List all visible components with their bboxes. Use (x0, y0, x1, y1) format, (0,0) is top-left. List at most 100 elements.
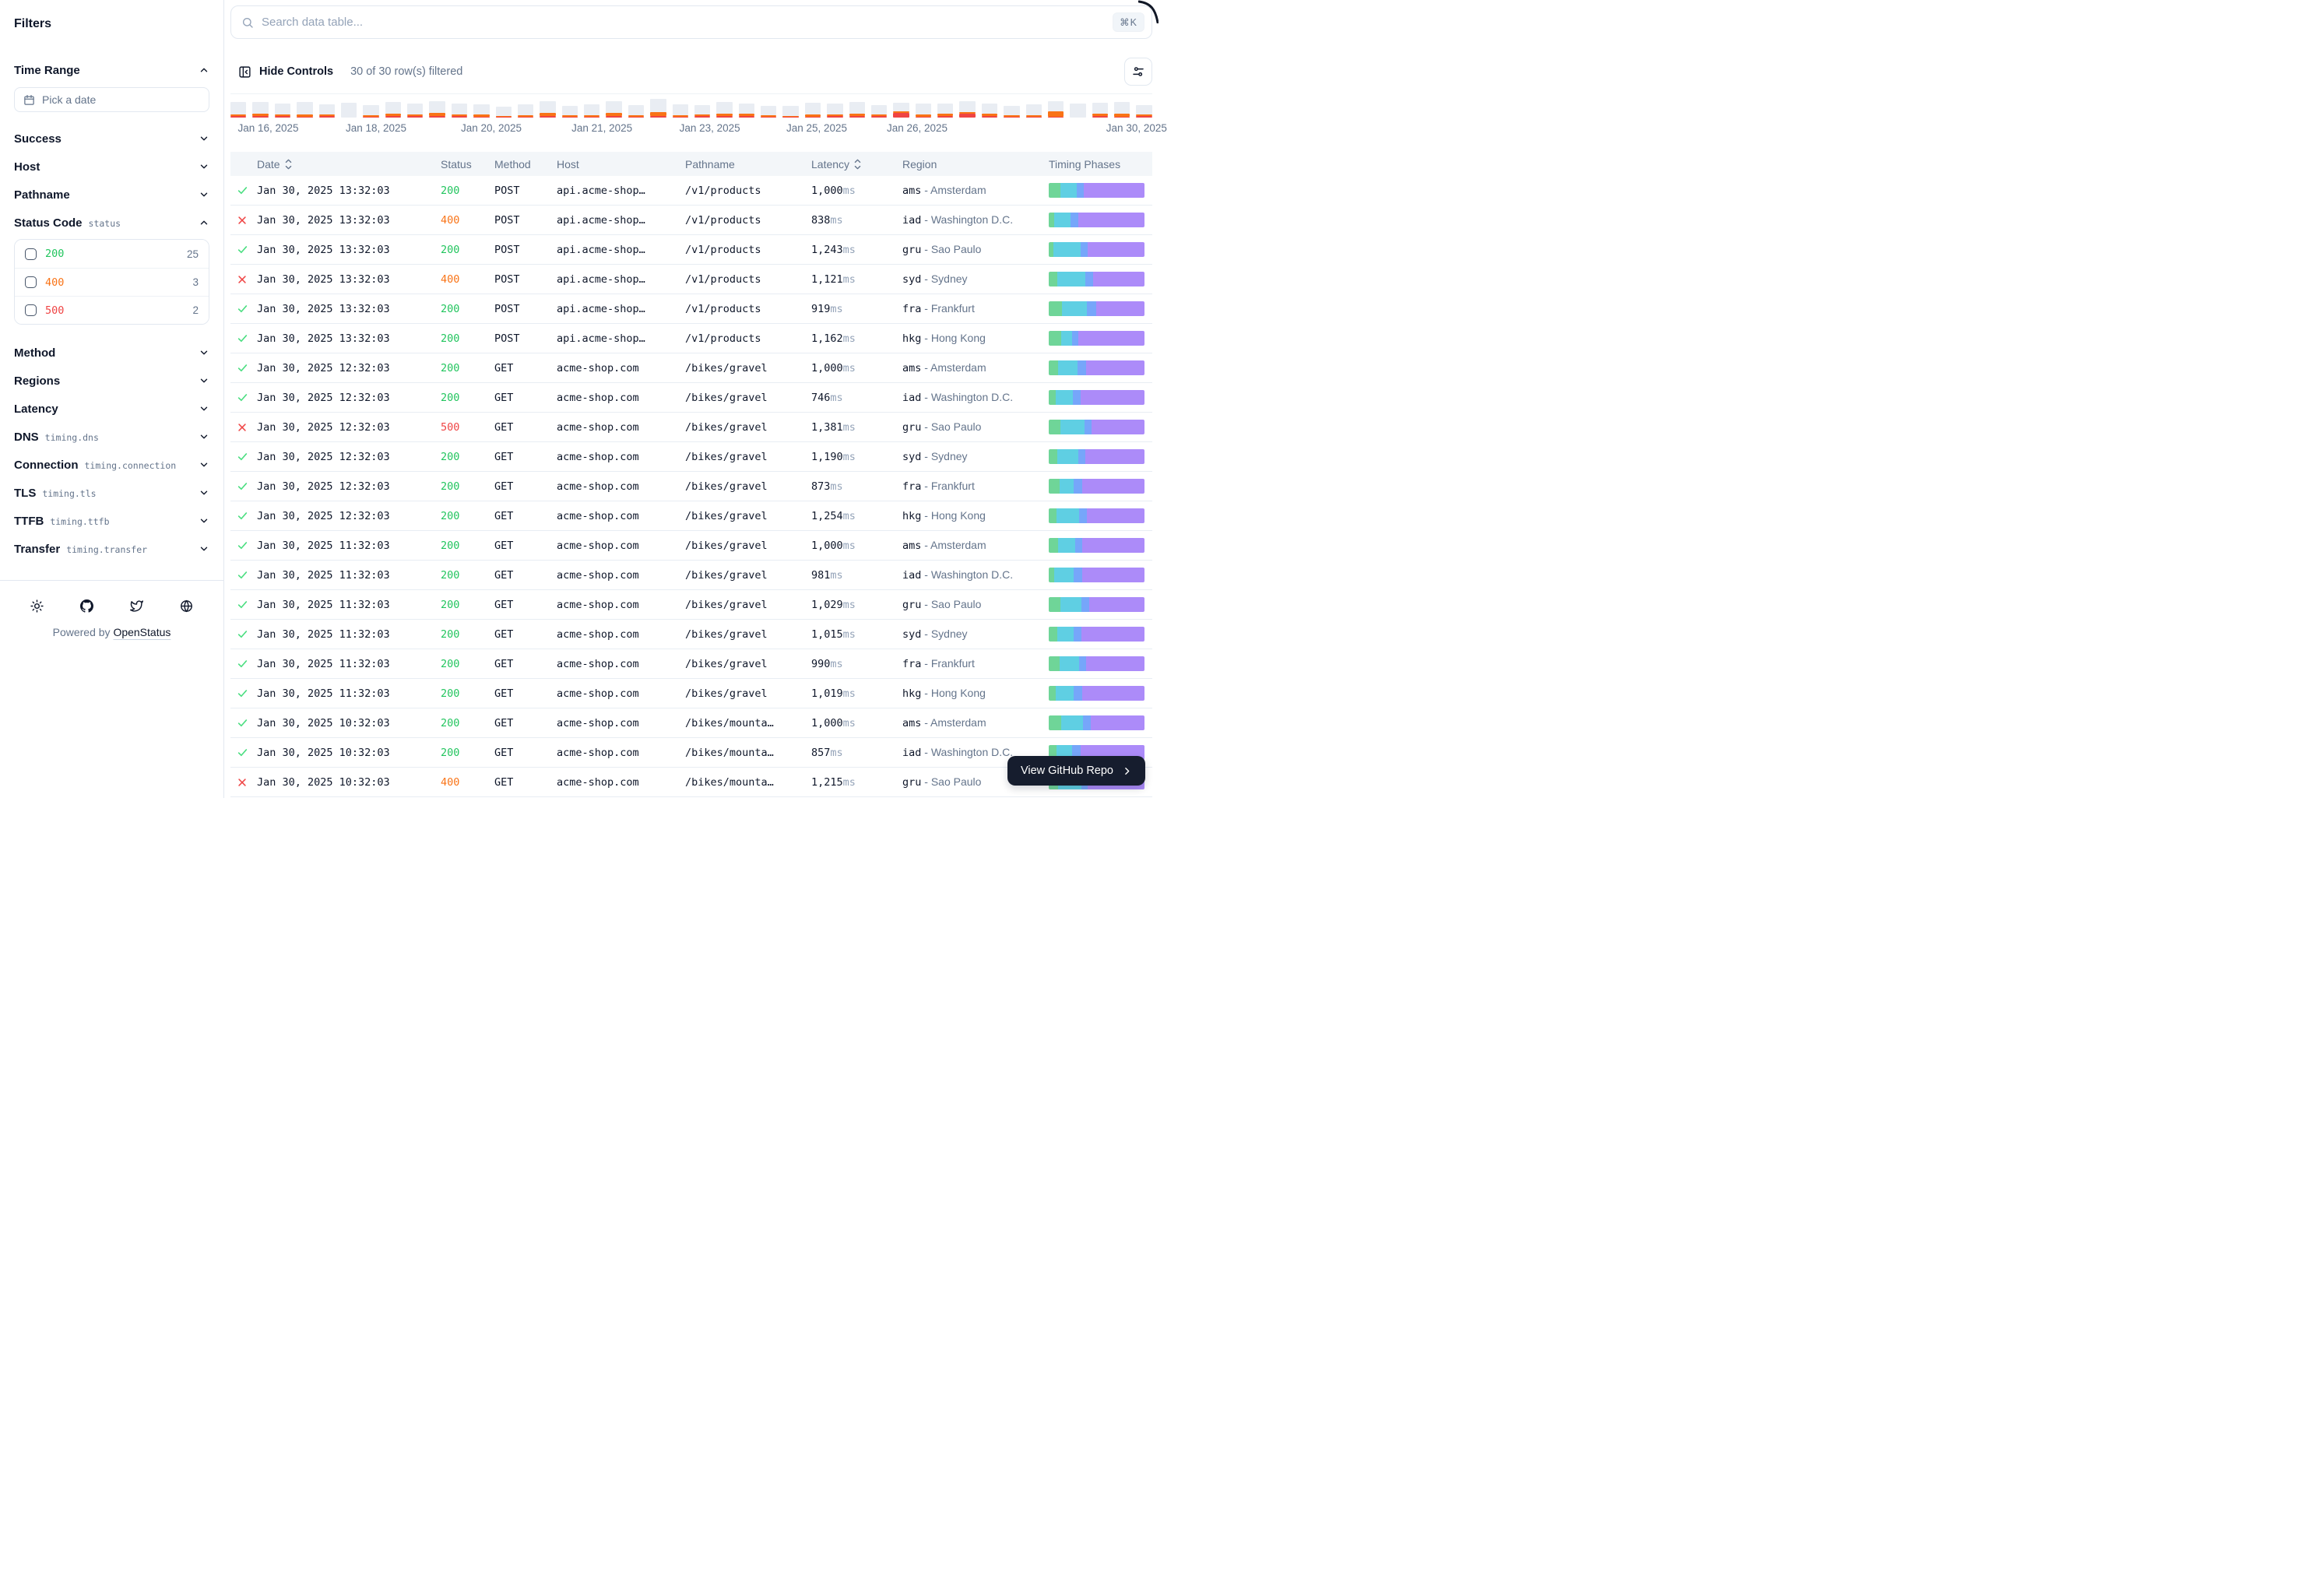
status-code-option-400[interactable]: 4003 (15, 268, 209, 296)
filter-section-regions[interactable]: Regions (14, 373, 209, 388)
timeline-bar[interactable] (916, 104, 931, 118)
timeline-bar[interactable] (341, 103, 357, 118)
timeline-bar[interactable] (739, 104, 754, 118)
timeline-bar[interactable] (1004, 106, 1019, 118)
timeline-bar[interactable] (606, 101, 621, 118)
table-row[interactable]: Jan 30, 2025 12:32:03200GETacme-shop.com… (230, 472, 1152, 501)
timeline-bar[interactable] (1026, 104, 1042, 118)
status-code-option-200[interactable]: 20025 (15, 240, 209, 268)
filter-section-success[interactable]: Success (14, 131, 209, 146)
timeline-bar[interactable] (827, 104, 842, 118)
filter-section-pathname[interactable]: Pathname (14, 187, 209, 202)
filter-section-time-range[interactable]: Time Range (14, 62, 209, 78)
timeline-bar[interactable] (628, 105, 644, 118)
timing-phase-segment (1081, 390, 1144, 405)
table-row[interactable]: Jan 30, 2025 13:32:03400POSTapi.acme-sho… (230, 265, 1152, 294)
timeline-bar[interactable] (1136, 105, 1151, 118)
filter-section-status-code[interactable]: Status Code status (14, 215, 209, 230)
timeline-bar[interactable] (673, 104, 688, 118)
timeline-bar[interactable] (650, 99, 666, 118)
timeline-bar[interactable] (937, 104, 953, 118)
timing-phase-segment (1056, 390, 1073, 405)
timeline-bar[interactable] (252, 102, 268, 118)
timeline-bar[interactable] (496, 107, 512, 118)
timeline-bar[interactable] (849, 102, 865, 118)
twitter-icon[interactable] (130, 599, 143, 613)
cell-latency: 1,019ms (811, 687, 902, 700)
timeline-bar[interactable] (761, 106, 776, 118)
table-row[interactable]: Jan 30, 2025 12:32:03500GETacme-shop.com… (230, 413, 1152, 442)
timeline-bar[interactable] (473, 104, 489, 118)
table-row[interactable]: Jan 30, 2025 11:32:03200GETacme-shop.com… (230, 679, 1152, 708)
timeline-bar[interactable] (716, 102, 732, 118)
globe-icon[interactable] (180, 599, 193, 613)
table-row[interactable]: Jan 30, 2025 11:32:03200GETacme-shop.com… (230, 561, 1152, 590)
table-row[interactable]: Jan 30, 2025 12:32:03200GETacme-shop.com… (230, 353, 1152, 383)
table-row[interactable]: Jan 30, 2025 11:32:03200GETacme-shop.com… (230, 620, 1152, 649)
sort-icon (284, 159, 293, 170)
table-row[interactable]: Jan 30, 2025 12:32:03200GETacme-shop.com… (230, 501, 1152, 531)
timeline-bar[interactable] (540, 101, 555, 118)
table-row[interactable]: Jan 30, 2025 12:32:03200GETacme-shop.com… (230, 383, 1152, 413)
search-input[interactable]: Search data table... ⌘K (230, 5, 1152, 39)
timeline-bar[interactable] (584, 104, 599, 118)
github-icon[interactable] (80, 599, 93, 613)
timeline-bar[interactable] (782, 106, 798, 118)
timeline-bar[interactable] (407, 104, 423, 118)
timeline-bar[interactable] (893, 103, 909, 118)
timeline-bar[interactable] (982, 104, 997, 118)
hide-controls-button[interactable]: Hide Controls (238, 65, 333, 79)
filter-section-ttfb[interactable]: TTFBtiming.ttfb (14, 513, 209, 529)
table-row[interactable]: Jan 30, 2025 11:32:03200GETacme-shop.com… (230, 531, 1152, 561)
table-row[interactable]: Jan 30, 2025 10:32:03200GETacme-shop.com… (230, 708, 1152, 738)
cell-latency: 873ms (811, 480, 902, 493)
timeline-bar[interactable] (452, 104, 467, 118)
filter-section-dns[interactable]: DNStiming.dns (14, 429, 209, 445)
timeline-bar[interactable] (805, 103, 821, 118)
theme-toggle-sun-icon[interactable] (30, 599, 44, 613)
table-row[interactable]: Jan 30, 2025 11:32:03200GETacme-shop.com… (230, 649, 1152, 679)
timeline-bar[interactable] (275, 104, 290, 118)
timeline-bar[interactable] (429, 101, 445, 118)
table-row[interactable]: Jan 30, 2025 11:32:03200GETacme-shop.com… (230, 590, 1152, 620)
check-icon (230, 185, 257, 196)
timeline-bar[interactable] (871, 105, 887, 118)
filter-section-tls[interactable]: TLStiming.tls (14, 485, 209, 501)
timeline-bar[interactable] (363, 105, 378, 118)
checkbox[interactable] (25, 276, 37, 288)
timeline-bar[interactable] (518, 104, 533, 118)
filter-section-transfer[interactable]: Transfertiming.transfer (14, 541, 209, 557)
checkbox[interactable] (25, 248, 37, 260)
view-options-button[interactable] (1124, 58, 1152, 86)
cell-date: Jan 30, 2025 12:32:03 (257, 510, 441, 522)
timeline-bar[interactable] (694, 105, 710, 118)
table-row[interactable]: Jan 30, 2025 13:32:03400POSTapi.acme-sho… (230, 206, 1152, 235)
timeline-bar[interactable] (1114, 102, 1130, 118)
timeline-bar[interactable] (959, 101, 975, 118)
filter-section-host[interactable]: Host (14, 159, 209, 174)
view-github-repo-button[interactable]: View GitHub Repo (1007, 756, 1145, 786)
checkbox[interactable] (25, 304, 37, 316)
sidebar-footer: Powered by OpenStatus (0, 580, 223, 638)
column-header-latency[interactable]: Latency (811, 158, 902, 170)
filter-section-method[interactable]: Method (14, 345, 209, 360)
openstatus-link[interactable]: OpenStatus (113, 626, 171, 638)
filter-section-latency[interactable]: Latency (14, 401, 209, 417)
table-row[interactable]: Jan 30, 2025 12:32:03200GETacme-shop.com… (230, 442, 1152, 472)
filter-section-connection[interactable]: Connectiontiming.connection (14, 457, 209, 473)
timeline-bar[interactable] (562, 106, 578, 118)
timeline-bar[interactable] (385, 102, 401, 118)
table-row[interactable]: Jan 30, 2025 13:32:03200POSTapi.acme-sho… (230, 176, 1152, 206)
timeline-bar[interactable] (230, 102, 246, 118)
date-picker-input[interactable]: Pick a date (14, 87, 209, 112)
timeline-bar[interactable] (1092, 103, 1108, 118)
table-row[interactable]: Jan 30, 2025 13:32:03200POSTapi.acme-sho… (230, 324, 1152, 353)
column-header-date[interactable]: Date (257, 158, 441, 170)
timeline-bar[interactable] (1070, 104, 1085, 118)
timeline-bar[interactable] (1048, 101, 1064, 118)
status-code-option-500[interactable]: 5002 (15, 296, 209, 324)
table-row[interactable]: Jan 30, 2025 13:32:03200POSTapi.acme-sho… (230, 235, 1152, 265)
table-row[interactable]: Jan 30, 2025 13:32:03200POSTapi.acme-sho… (230, 294, 1152, 324)
timeline-bar[interactable] (319, 104, 335, 118)
timeline-bar[interactable] (297, 102, 312, 118)
